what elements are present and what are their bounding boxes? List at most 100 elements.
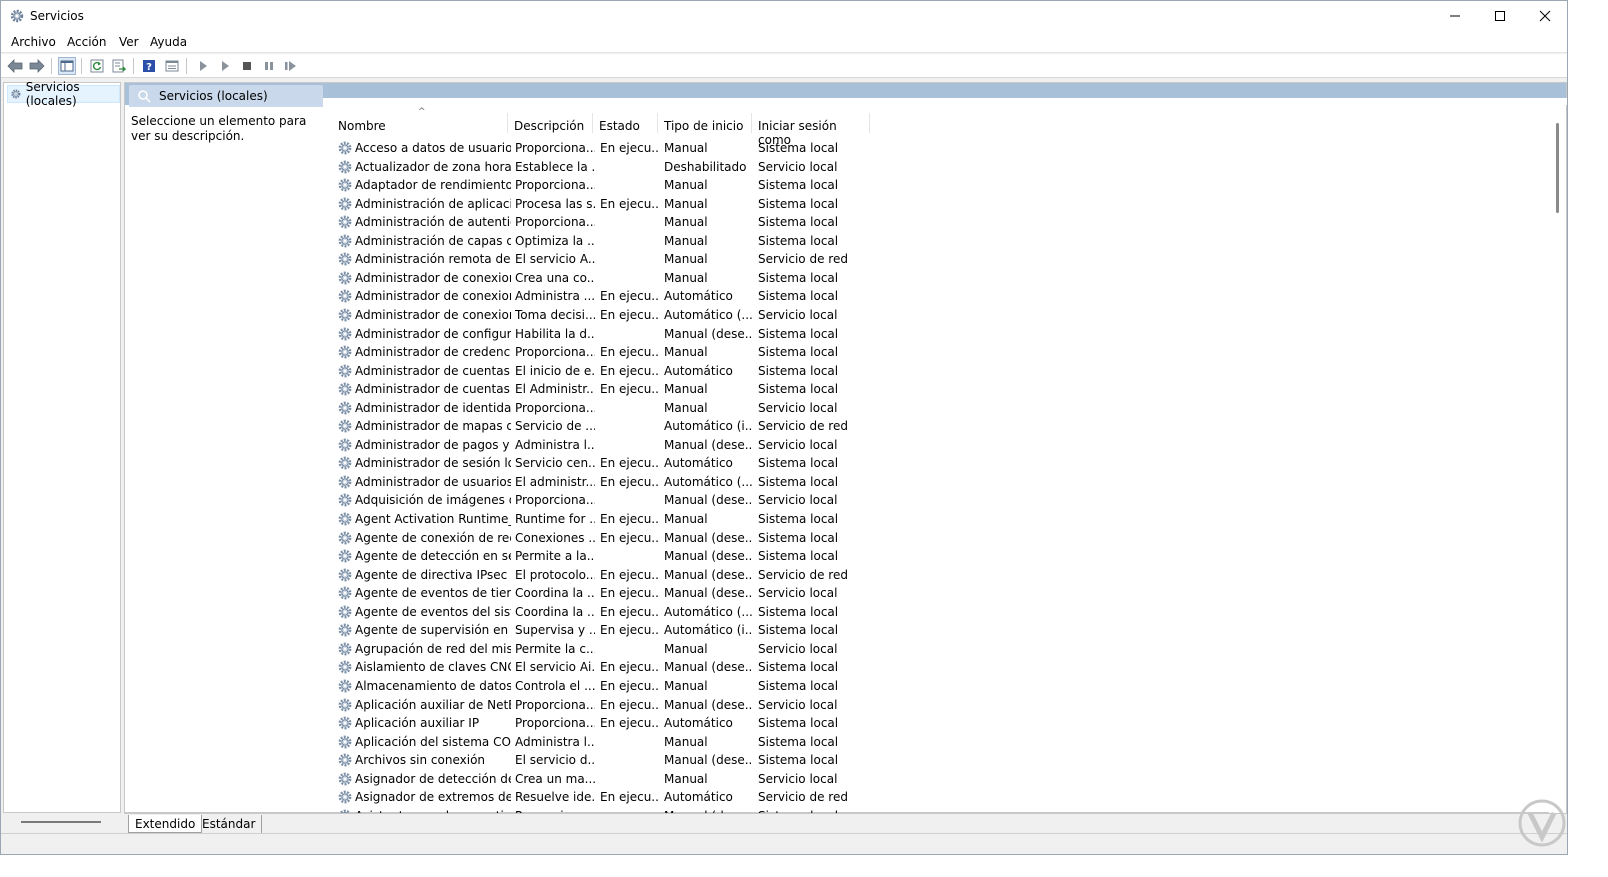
service-row[interactable]: Administrador de conexion... Crea una co.… <box>333 269 893 288</box>
service-status: En ejecu... <box>600 623 658 638</box>
service-row[interactable]: Administrador de identidad... Proporciona… <box>333 399 893 418</box>
forward-button[interactable] <box>28 57 46 75</box>
properties-button[interactable] <box>163 57 181 75</box>
column-header-descripcion[interactable]: Descripción <box>509 113 593 133</box>
service-row[interactable]: Aplicación auxiliar de NetBI... Proporcio… <box>333 696 893 715</box>
menu-ver[interactable]: Ver <box>119 35 139 49</box>
service-startup-type: Manual (dese... <box>664 530 752 545</box>
service-description: Crea un ma... <box>515 771 595 786</box>
service-row[interactable]: Administrador de cuentas d... El inicio d… <box>333 362 893 381</box>
service-row[interactable]: Aislamiento de claves CNG El servicio Ai.… <box>333 658 893 677</box>
service-gear-icon <box>338 234 352 248</box>
service-row[interactable]: Archivos sin conexión El servicio d... Man… <box>333 751 893 770</box>
service-row[interactable]: Agente de detección en seg... Permite a l… <box>333 547 893 566</box>
service-row[interactable]: Adquisición de imágenes d... Proporciona.… <box>333 491 893 510</box>
service-row[interactable]: Administración de autentic... Proporciona… <box>333 213 893 232</box>
service-name: Agente de eventos de tiempo <box>355 586 511 601</box>
service-logon-as: Sistema local <box>758 623 839 638</box>
service-row[interactable]: Agrupación de red del mis... Permite la c… <box>333 640 893 659</box>
service-name: Administrador de identidad... <box>355 400 511 415</box>
vertical-scrollbar[interactable] <box>1549 107 1566 813</box>
restart-service-button[interactable] <box>282 57 300 75</box>
service-row[interactable]: Administrador de credencia... Proporciona… <box>333 343 893 362</box>
service-description: Proporciona... <box>515 178 595 193</box>
service-row[interactable]: Administración de aplicacio... Procesa la… <box>333 195 893 214</box>
service-row[interactable]: Agente de conexión de red Conexiones ... E… <box>333 529 893 548</box>
service-name: Aislamiento de claves CNG <box>355 660 511 675</box>
start-service-alt-button[interactable] <box>216 57 234 75</box>
maximize-button[interactable] <box>1477 1 1523 31</box>
service-status: En ejecu... <box>600 567 658 582</box>
service-status: En ejecu... <box>600 697 658 712</box>
service-startup-type: Manual <box>664 641 708 656</box>
service-logon-as: Sistema local <box>758 196 839 211</box>
service-row[interactable]: Administrador de conexion... Toma decisi.… <box>333 306 893 325</box>
service-row[interactable]: Administración de capas de... Optimiza la… <box>333 232 893 251</box>
service-startup-type: Automático <box>664 289 733 304</box>
service-status: En ejecu... <box>600 141 658 155</box>
service-row[interactable]: Agente de supervisión en ti... Supervisa … <box>333 621 893 640</box>
service-logon-as: Servicio de red <box>758 419 848 434</box>
service-row[interactable]: Almacenamiento de datos ... Controla el .… <box>333 677 893 696</box>
service-row[interactable]: Asignador de detección de ... Crea un ma.… <box>333 770 893 789</box>
tab-extendido[interactable]: Extendido <box>128 815 203 833</box>
tree-horizontal-scrollbar[interactable] <box>21 821 101 823</box>
back-button[interactable] <box>6 57 24 75</box>
search-icon <box>138 90 151 103</box>
service-logon-as: Sistema local <box>758 345 839 360</box>
service-name: Archivos sin conexión <box>355 753 486 768</box>
service-status: En ejecu... <box>600 530 658 545</box>
export-list-button[interactable] <box>110 57 128 75</box>
service-description: Supervisa y ... <box>515 623 595 638</box>
start-service-button[interactable] <box>194 57 212 75</box>
service-row[interactable]: Administrador de mapas de... Servicio de … <box>333 417 893 436</box>
pause-service-button[interactable] <box>260 57 278 75</box>
service-row[interactable]: Agente de directiva IPsec El protocolo...… <box>333 566 893 585</box>
column-header-tipo-inicio[interactable]: Tipo de inicio <box>659 113 752 133</box>
service-name: Asignador de extremos de ... <box>355 790 511 805</box>
stop-service-button[interactable] <box>238 57 256 75</box>
column-header-estado[interactable]: Estado <box>594 113 658 133</box>
menu-ayuda[interactable]: Ayuda <box>150 35 187 49</box>
service-row[interactable]: Administrador de pagos y ... Administra l… <box>333 436 893 455</box>
minimize-button[interactable] <box>1432 1 1478 31</box>
column-header-nombre[interactable]: Nombre <box>333 113 508 133</box>
service-name: Actualizador de zona horari... <box>355 159 511 174</box>
service-name: Agente de supervisión en ti... <box>355 623 511 638</box>
menu-archivo[interactable]: Archivo <box>11 35 56 49</box>
menu-accion[interactable]: Acción <box>67 35 106 49</box>
service-gear-icon <box>338 289 352 303</box>
service-gear-icon <box>338 271 352 285</box>
tree-item-servicios-locales[interactable]: Servicios (locales) <box>7 80 120 108</box>
service-name: Administración de autentic... <box>355 215 511 230</box>
service-row[interactable]: Administración remota de ... El servicio … <box>333 250 893 269</box>
service-row[interactable]: Agente de eventos de tiempo Coordina la .… <box>333 584 893 603</box>
service-row[interactable]: Administrador de conexion... Administra .… <box>333 287 893 306</box>
service-row[interactable]: Adaptador de rendimiento ... Proporciona.… <box>333 176 893 195</box>
service-name: Adquisición de imágenes d... <box>355 493 511 508</box>
column-header-iniciar-sesion[interactable]: Iniciar sesión como <box>753 113 870 147</box>
service-row[interactable]: Aplicación auxiliar IP Proporciona... En e… <box>333 714 893 733</box>
service-row[interactable]: Agent Activation Runtime_... Runtime for … <box>333 510 893 529</box>
close-button[interactable] <box>1522 1 1567 31</box>
service-row[interactable]: Agente de eventos del siste... Coordina l… <box>333 603 893 622</box>
show-hide-tree-button[interactable] <box>58 57 76 75</box>
service-logon-as: Sistema local <box>758 270 839 285</box>
service-row[interactable]: Acceso a datos de usuarios_... Proporcion… <box>333 139 893 158</box>
refresh-button[interactable] <box>88 57 106 75</box>
service-name: Acceso a datos de usuarios_... <box>355 141 511 155</box>
service-row[interactable]: Administrador de usuarios El administr...… <box>333 473 893 492</box>
service-row[interactable]: Administrador de cuentas ... El Administr… <box>333 380 893 399</box>
tab-estandar[interactable]: Estándar <box>196 815 263 833</box>
panel-header-title: Servicios (locales) <box>159 89 268 103</box>
service-row[interactable]: Aplicación del sistema CO... Administra l… <box>333 733 893 752</box>
help-button[interactable]: ? <box>140 57 158 75</box>
service-startup-type: Automático <box>664 363 733 378</box>
service-row[interactable]: Administrador de sesión local Servicio ce… <box>333 454 893 473</box>
service-description: El servicio d... <box>515 753 595 768</box>
service-row[interactable]: Asignador de extremos de ... Resuelve ide… <box>333 788 893 807</box>
scrollbar-thumb[interactable] <box>1556 123 1559 213</box>
service-startup-type: Manual <box>664 252 708 267</box>
service-row[interactable]: Actualizador de zona horari... Establece … <box>333 158 893 177</box>
service-row[interactable]: Administrador de configura... Habilita la… <box>333 325 893 344</box>
